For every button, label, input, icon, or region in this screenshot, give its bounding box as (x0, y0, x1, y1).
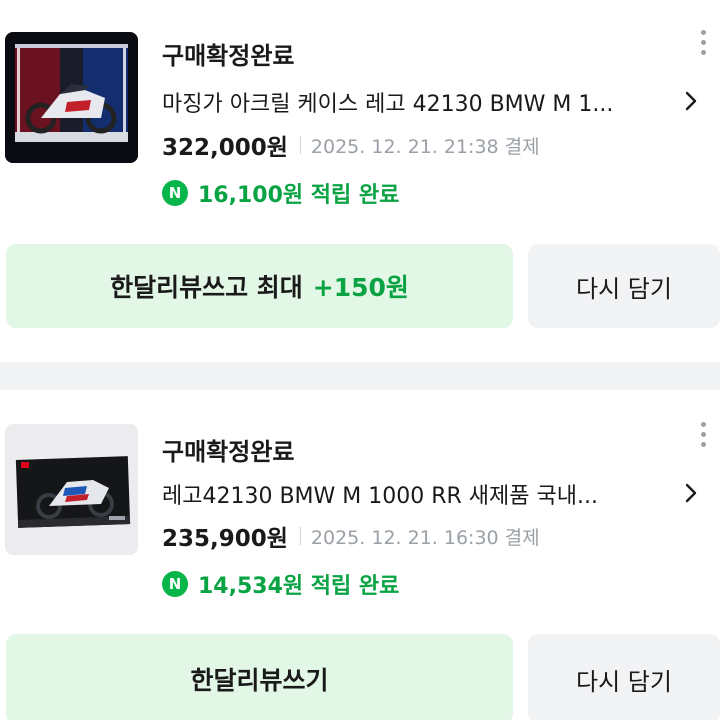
more-options-icon[interactable] (698, 30, 708, 60)
divider (299, 527, 301, 545)
payment-date: 2025. 12. 21. 21:38 결제 (310, 135, 540, 158)
more-options-icon[interactable] (698, 422, 708, 452)
chevron-right-icon[interactable] (680, 480, 702, 506)
product-thumbnail[interactable] (5, 424, 138, 555)
price-row: 235,900원 2025. 12. 21. 16:30 결제 (162, 521, 540, 552)
order-card: 구매확정완료 마징가 아크릴 케이스 레고 42130 BMW M 1... 3… (0, 0, 720, 362)
npay-point-icon: N (162, 571, 188, 597)
add-to-cart-again-button[interactable]: 다시 담기 (528, 244, 720, 328)
npay-point-icon: N (162, 180, 188, 206)
product-link[interactable]: 레고42130 BMW M 1000 RR 새제품 국내... (162, 478, 712, 510)
chevron-right-icon[interactable] (680, 88, 702, 114)
write-review-button[interactable]: 한달리뷰쓰고 최대 +150원 (6, 244, 513, 328)
price-row: 322,000원 2025. 12. 21. 21:38 결제 (162, 130, 540, 161)
divider (299, 136, 301, 154)
payment-date: 2025. 12. 21. 16:30 결제 (310, 526, 540, 549)
review-button-label: 한달리뷰쓰기 (190, 666, 329, 695)
product-title[interactable]: 레고42130 BMW M 1000 RR 새제품 국내... (162, 478, 662, 510)
points-earned: 14,534원 적립 완료 (198, 574, 400, 599)
order-status: 구매확정완료 (162, 438, 295, 466)
add-to-cart-again-button[interactable]: 다시 담기 (528, 634, 720, 720)
review-bonus: +150원 (312, 273, 409, 302)
points-row: N 16,100원 적립 완료 (162, 178, 399, 208)
write-review-button[interactable]: 한달리뷰쓰기 (6, 634, 513, 720)
order-price: 322,000원 (162, 135, 288, 161)
motorcycle-case-image (5, 32, 138, 163)
lego-box-image (5, 424, 138, 555)
order-price: 235,900원 (162, 526, 288, 552)
product-link[interactable]: 마징가 아크릴 케이스 레고 42130 BMW M 1... (162, 86, 712, 118)
review-button-label: 한달리뷰쓰고 최대 (110, 273, 303, 302)
order-status: 구매확정완료 (162, 42, 295, 70)
product-title[interactable]: 마징가 아크릴 케이스 레고 42130 BMW M 1... (162, 86, 662, 118)
product-thumbnail[interactable] (5, 32, 138, 163)
points-row: N 14,534원 적립 완료 (162, 569, 399, 599)
points-earned: 16,100원 적립 완료 (198, 183, 400, 208)
section-separator (0, 362, 720, 390)
order-card: 구매확정완료 레고42130 BMW M 1000 RR 새제품 국내... 2… (0, 390, 720, 720)
